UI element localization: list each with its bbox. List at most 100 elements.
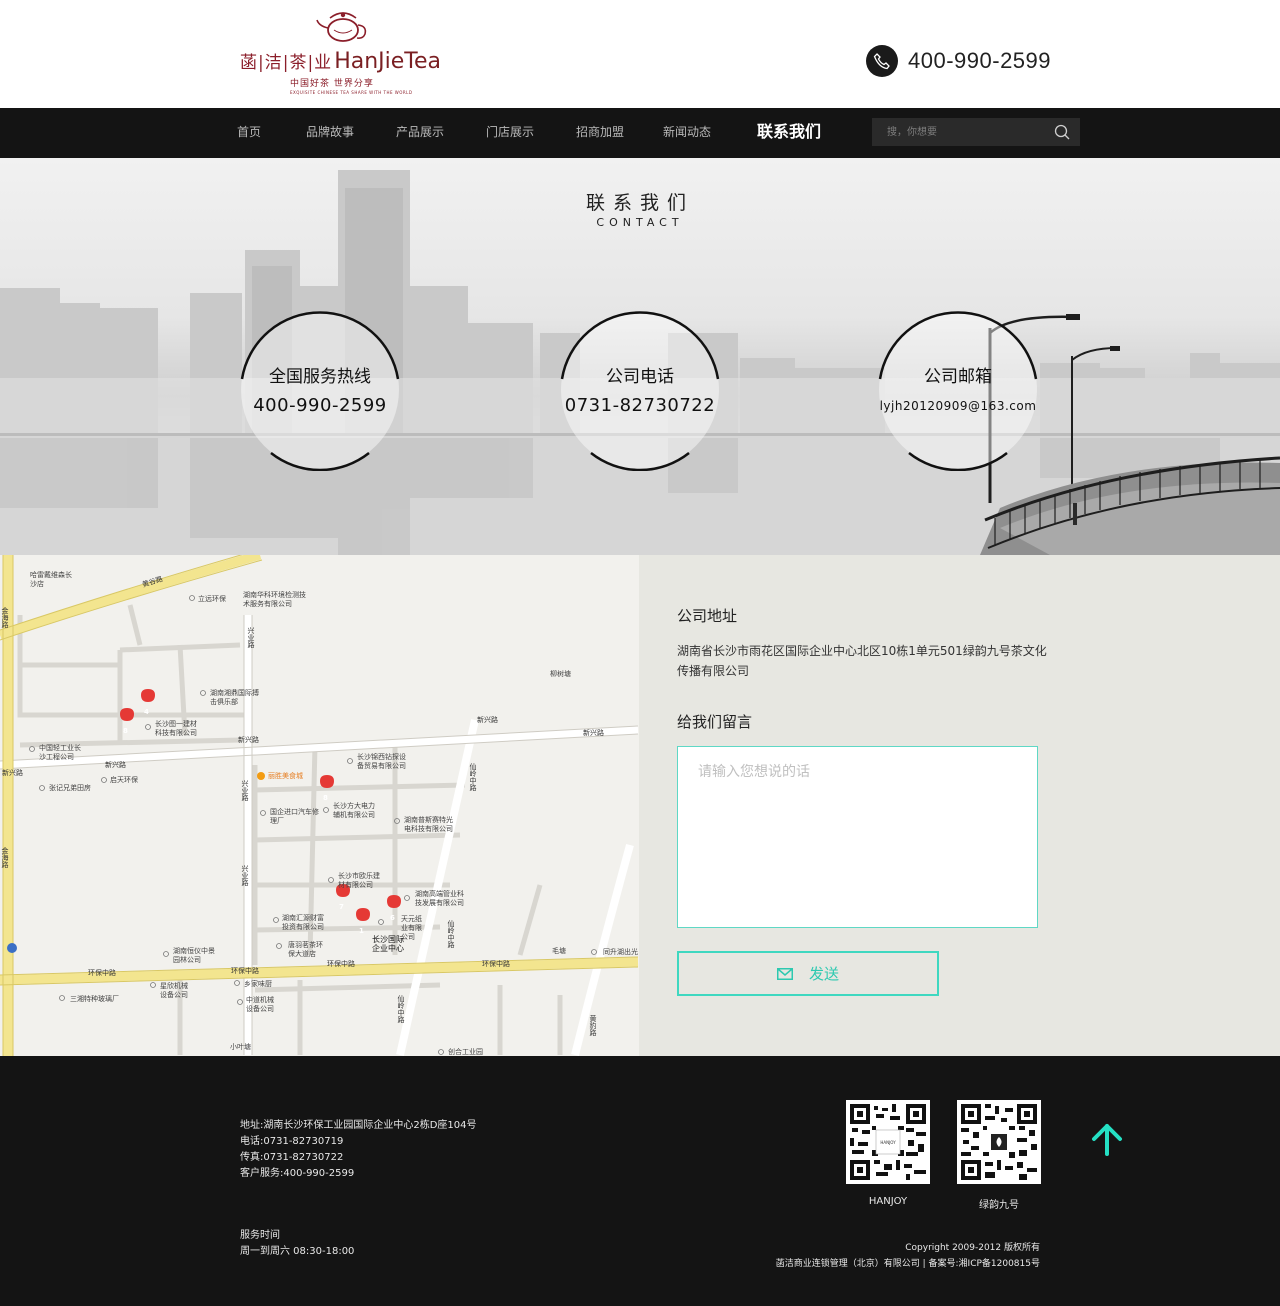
footer-service: 客户服务:400-990-2599 <box>240 1168 355 1179</box>
nav-products[interactable]: 产品展示 <box>396 108 444 158</box>
qr-code-lvyun <box>957 1100 1041 1184</box>
footer-copyright: Copyright 2009-2012 版权所有 <box>905 1243 1040 1253</box>
footer-company: 菡洁商业连锁管理（北京）有限公司 | 备案号:湘ICP备1200815号 <box>775 1259 1040 1269</box>
map-poi[interactable]: 长沙方大电力辅机有限公司 <box>333 802 379 820</box>
company-phone-label: 公司电话 <box>606 367 674 387</box>
map-poi[interactable]: 三湘特种玻璃厂 <box>70 995 119 1004</box>
ring-icon <box>560 311 720 471</box>
map-poi[interactable]: 湖南华科环境检测技术服务有限公司 <box>243 591 307 609</box>
map-poi[interactable]: 长沙市欧乐建材有限公司 <box>338 872 384 890</box>
map-road-label: 环保中路 <box>88 969 116 977</box>
company-phone-value: 0731-82730722 <box>564 395 716 416</box>
map-poi[interactable]: 丽胜美食城 <box>268 772 303 781</box>
nav-home[interactable]: 首页 <box>237 108 261 158</box>
map-poi[interactable]: 长沙图一建材科技有限公司 <box>155 720 203 738</box>
map-poi[interactable]: 湖南高端管业科技发展有限公司 <box>415 890 465 908</box>
nav-brand-story[interactable]: 品牌故事 <box>306 108 354 158</box>
search-box <box>872 118 1080 146</box>
nav-contact[interactable]: 联系我们 <box>757 108 821 158</box>
search-input[interactable] <box>872 118 1047 146</box>
map-road-label: 仙岭中路 <box>469 763 477 791</box>
map-marker-label[interactable]: 4 <box>144 708 149 717</box>
svg-text:HANJOY: HANJOY <box>880 1140 896 1145</box>
map-poi[interactable]: 国企进口汽车修理厂 <box>270 808 324 826</box>
map-road-label: 仙岭中路 <box>447 920 455 948</box>
map-road-label: 新兴路 <box>2 769 23 777</box>
map-poi[interactable]: 湖南汇源财富投资有限公司 <box>282 914 328 932</box>
footer-fax: 传真:0731-82730722 <box>240 1152 344 1163</box>
footer-hours: 周一到周六 08:30-18:00 <box>240 1246 355 1257</box>
qr2-caption: 绿韵九号 <box>979 1200 1019 1211</box>
map-marker-label[interactable]: 7 <box>339 903 344 912</box>
map-poi[interactable]: 中国轻工业长沙工程公司 <box>39 744 87 762</box>
qr-code-icon: HANJOY <box>850 1104 926 1180</box>
map-poi[interactable]: 小叶塘 <box>230 1043 251 1052</box>
message-title: 给我们留言 <box>677 713 753 731</box>
nav-stores[interactable]: 门店展示 <box>486 108 534 158</box>
brand-logo[interactable]: 菡|洁|茶|业HanJieTea 中国好茶 世界分享 EXQUISITE CHI… <box>238 10 448 98</box>
hotline-circle: 全国服务热线 400-990-2599 <box>239 309 401 471</box>
map-marker-label[interactable]: 6 <box>390 914 395 923</box>
map-poi[interactable]: 湖南普斯赛特光电科技有限公司 <box>404 816 458 834</box>
map-road-label: 黄豹路 <box>589 1015 597 1036</box>
map-poi[interactable]: 启天环保 <box>110 776 138 785</box>
map-marker-label[interactable]: 1 <box>359 927 364 936</box>
map-poi[interactable]: 创合工业园 <box>448 1048 483 1056</box>
logo-slogan: 中国好茶 世界分享 <box>290 79 374 89</box>
envelope-icon <box>776 967 793 980</box>
footer-tel: 电话:0731-82730719 <box>240 1136 344 1147</box>
footer-hours-title: 服务时间 <box>240 1230 280 1241</box>
ring-icon <box>878 311 1038 471</box>
map-poi[interactable]: 同升湖出光 <box>603 948 638 957</box>
contact-hero: 联系我们 CONTACT 全国服务热线 400-990-2599 公司电话 07… <box>0 158 1280 555</box>
map-road-label: 兴业路 <box>241 865 249 886</box>
map-poi[interactable]: 哈雷戴维森长沙店 <box>30 571 72 589</box>
map-poi[interactable]: 立远环保 <box>198 595 226 604</box>
map-road-label: 新兴路 <box>105 761 126 769</box>
map-poi[interactable]: 湖南湘鼎国际搏击俱乐部 <box>210 689 260 707</box>
map-marker-label[interactable]: 8 <box>323 794 328 803</box>
email-value[interactable]: lyjh20120909@163.com <box>877 399 1039 413</box>
map-poi[interactable]: 中道机械设备公司 <box>246 996 280 1014</box>
map-poi[interactable]: 唐羽茗茶环保大道店 <box>288 941 328 959</box>
map-poi[interactable]: 星欣机械设备公司 <box>160 982 194 1000</box>
map-poi[interactable]: 长沙国际企业中心 <box>372 935 408 953</box>
nav-franchise[interactable]: 招商加盟 <box>576 108 624 158</box>
map-road-label: 兴业路 <box>241 780 249 801</box>
ring-icon <box>240 311 400 471</box>
location-map[interactable]: 黄谷路 兴业路 兴业路 兴业路 新兴路 新兴路 新兴路 新兴路 新兴路 环保中路… <box>0 555 639 1056</box>
hotline-label: 全国服务热线 <box>269 367 371 387</box>
map-road-label: 仙岭中路 <box>397 995 405 1023</box>
map-poi[interactable]: 柳树塘 <box>550 670 571 679</box>
map-road-label: 新兴路 <box>583 729 604 737</box>
phone-number: 400-990-2599 <box>908 48 1052 73</box>
logo-en-text: HanJieTea <box>334 49 442 74</box>
footer-address: 地址:湖南长沙环保工业园国际企业中心2栋D座104号 <box>240 1120 477 1131</box>
site-footer: 地址:湖南长沙环保工业园国际企业中心2栋D座104号 电话:0731-82730… <box>0 1056 1280 1306</box>
map-poi[interactable]: 乡家味厨 <box>244 980 272 989</box>
email-circle: 公司邮箱 lyjh20120909@163.com <box>877 309 1039 471</box>
map-road-label: 金海路 <box>1 847 9 868</box>
map-poi[interactable]: 毛塘 <box>552 947 566 956</box>
map-marker-label[interactable]: 8 <box>123 727 128 736</box>
map-road-label: 兴业路 <box>247 627 255 648</box>
map-road-label: 新兴路 <box>238 736 259 744</box>
back-to-top-arrow-icon[interactable] <box>1090 1122 1124 1156</box>
hero-title: 联系我们 <box>585 192 694 214</box>
send-button[interactable]: 发送 <box>677 951 939 996</box>
map-road-label: 新兴路 <box>477 716 498 724</box>
message-textarea[interactable] <box>677 746 1038 928</box>
map-road-label: 环保中路 <box>231 967 259 975</box>
logo-slogan-en: EXQUISITE CHINESE TEA SHARE WITH THE WOR… <box>290 90 413 95</box>
email-label: 公司邮箱 <box>924 367 992 387</box>
map-road-label: 环保中路 <box>327 960 355 968</box>
map-poi[interactable]: 长沙锦西钻探设备贸易有限公司 <box>357 753 411 771</box>
header-phone: 400-990-2599 <box>866 45 1051 77</box>
nav-news[interactable]: 新闻动态 <box>663 108 711 158</box>
map-road-label: 环保中路 <box>482 960 510 968</box>
map-poi[interactable]: 湖南恒仪中景园林公司 <box>173 947 219 965</box>
search-icon[interactable] <box>1054 124 1070 140</box>
map-poi[interactable]: 张记兄弟田房 <box>49 784 91 793</box>
map-roads <box>0 555 639 1056</box>
logo-cn-text: 菡|洁|茶|业 <box>240 53 333 73</box>
